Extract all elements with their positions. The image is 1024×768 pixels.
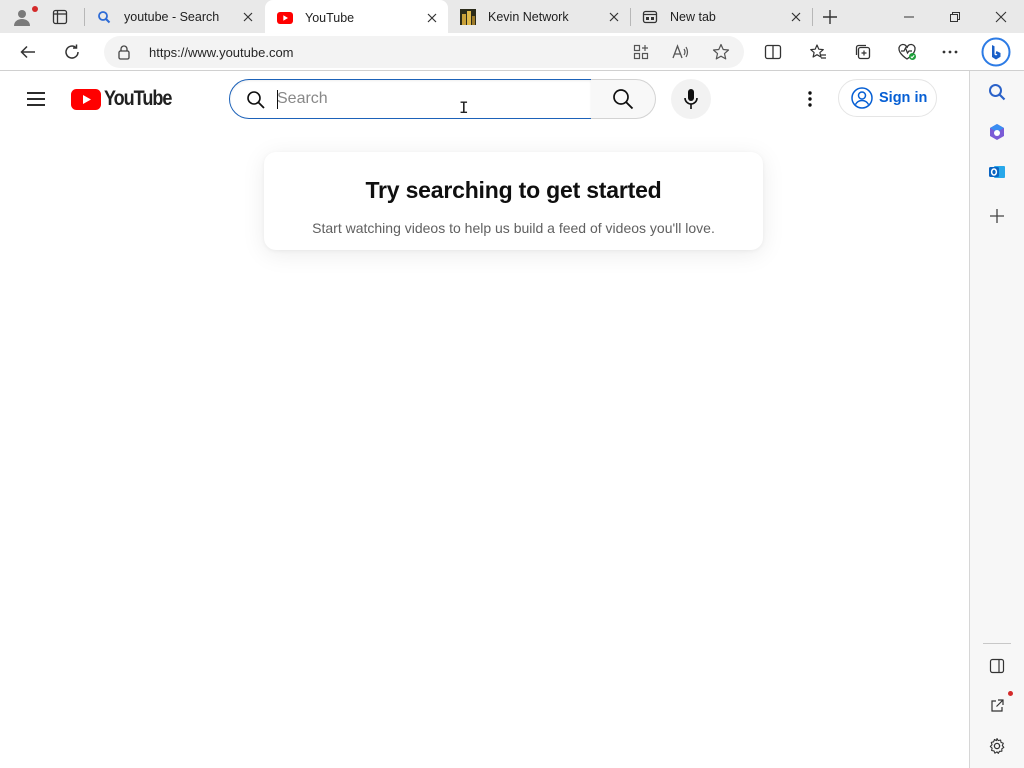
ibeam-cursor-icon: I (459, 98, 469, 117)
favorites-button[interactable] (802, 36, 834, 68)
apps-icon (633, 44, 649, 60)
more-horizontal-icon (942, 50, 958, 54)
refresh-icon (65, 44, 79, 59)
sidebar-external-button[interactable] (983, 692, 1011, 720)
profile-icon (14, 9, 30, 26)
read-aloud-button[interactable] (669, 40, 693, 64)
youtube-logo-text: YouTube (104, 87, 172, 110)
new-tab-button[interactable] (812, 0, 848, 33)
tab-title: youtube - Search (124, 9, 220, 24)
favorite-button[interactable] (709, 40, 733, 64)
sign-in-label: Sign in (879, 90, 928, 106)
sidebar-copilot-button[interactable] (983, 118, 1011, 146)
sidebar-divider (983, 643, 1011, 644)
hide-sidebar-button[interactable] (983, 652, 1011, 680)
kevin-network-icon (460, 8, 476, 25)
youtube-page: YouTube I Sign in Try searching to get s… (0, 71, 969, 768)
microphone-icon (684, 89, 698, 109)
tab-kevin-network[interactable]: Kevin Network (448, 0, 630, 33)
more-vertical-icon (808, 91, 812, 107)
profile-button[interactable] (4, 0, 40, 33)
tab-youtube[interactable]: YouTube (265, 0, 448, 35)
close-tab-icon[interactable] (420, 6, 444, 30)
account-icon (851, 87, 873, 109)
youtube-play-icon (71, 88, 101, 110)
collections-button[interactable] (847, 36, 879, 68)
url-text[interactable]: https://www.youtube.com (149, 45, 294, 60)
edge-sidebar (969, 71, 1024, 768)
settings-icon (989, 737, 1005, 754)
sidebar-add-button[interactable] (983, 202, 1011, 230)
close-tab-icon[interactable] (784, 5, 808, 29)
tab-title: YouTube (305, 10, 355, 25)
add-icon (990, 209, 1004, 223)
lock-icon[interactable] (116, 44, 132, 60)
close-tab-icon[interactable] (602, 5, 626, 29)
refresh-button[interactable] (56, 36, 88, 68)
sidebar-search-button[interactable] (983, 78, 1011, 106)
sidebar-settings-button[interactable] (983, 732, 1011, 760)
restore-button[interactable] (932, 0, 978, 33)
search-icon (989, 84, 1006, 101)
browser-essentials-button[interactable] (891, 36, 923, 68)
star-icon (712, 43, 730, 60)
search-icon (247, 91, 265, 109)
notification-dot (1008, 691, 1013, 696)
empty-feed-card: Try searching to get started Start watch… (264, 152, 763, 250)
split-screen-icon (764, 44, 782, 60)
favorites-icon (810, 44, 826, 59)
tab-actions-button[interactable] (42, 0, 78, 33)
collections-icon (855, 44, 871, 60)
hamburger-menu-icon (27, 92, 45, 106)
empty-feed-subtitle: Start watching videos to help us build a… (312, 220, 715, 236)
settings-and-more-button[interactable] (934, 36, 966, 68)
bing-icon (981, 37, 1011, 67)
voice-search-button[interactable] (671, 79, 711, 119)
close-window-button[interactable] (978, 0, 1024, 33)
copilot-button[interactable] (979, 35, 1013, 69)
search-box[interactable]: I (229, 79, 592, 119)
youtube-icon (277, 10, 293, 26)
restore-icon (950, 11, 960, 22)
minimize-icon (904, 16, 914, 17)
newtab-icon (642, 9, 658, 25)
heart-pulse-icon (898, 43, 916, 60)
tab-title: Kevin Network (488, 9, 569, 24)
plus-icon (823, 9, 837, 24)
back-button[interactable] (12, 36, 44, 68)
outlook-icon (989, 166, 1005, 178)
split-screen-button[interactable] (757, 36, 789, 68)
browser-tab-strip: youtube - Search YouTube Kevin Network N… (0, 0, 1024, 35)
tab-title: New tab (670, 9, 716, 24)
search-icon (613, 89, 634, 110)
app-available-button[interactable] (629, 40, 653, 64)
search-input[interactable] (277, 88, 577, 110)
sign-in-button[interactable]: Sign in (838, 79, 937, 117)
close-icon (995, 11, 1007, 22)
tab-actions-icon (52, 9, 68, 24)
profile-notification-dot (32, 6, 38, 12)
external-link-icon (991, 699, 1004, 712)
minimize-button[interactable] (886, 0, 932, 33)
tab-youtube-search[interactable]: youtube - Search (84, 0, 264, 33)
hide-sidebar-icon (989, 658, 1005, 674)
read-aloud-icon (672, 44, 689, 59)
empty-feed-title: Try searching to get started (365, 177, 662, 203)
settings-menu-button[interactable] (794, 83, 826, 115)
search-icon (96, 9, 112, 25)
back-arrow-icon (20, 45, 35, 59)
close-tab-icon[interactable] (236, 5, 260, 29)
address-bar[interactable]: https://www.youtube.com (104, 36, 744, 68)
sidebar-outlook-button[interactable] (983, 158, 1011, 186)
youtube-logo[interactable]: YouTube (71, 87, 182, 111)
guide-menu-button[interactable] (20, 83, 52, 115)
search-submit-button[interactable] (591, 79, 656, 119)
browser-toolbar: https://www.youtube.com (0, 33, 1024, 71)
tab-new-tab[interactable]: New tab (630, 0, 812, 33)
text-caret (277, 90, 278, 109)
copilot-icon (990, 124, 1004, 140)
